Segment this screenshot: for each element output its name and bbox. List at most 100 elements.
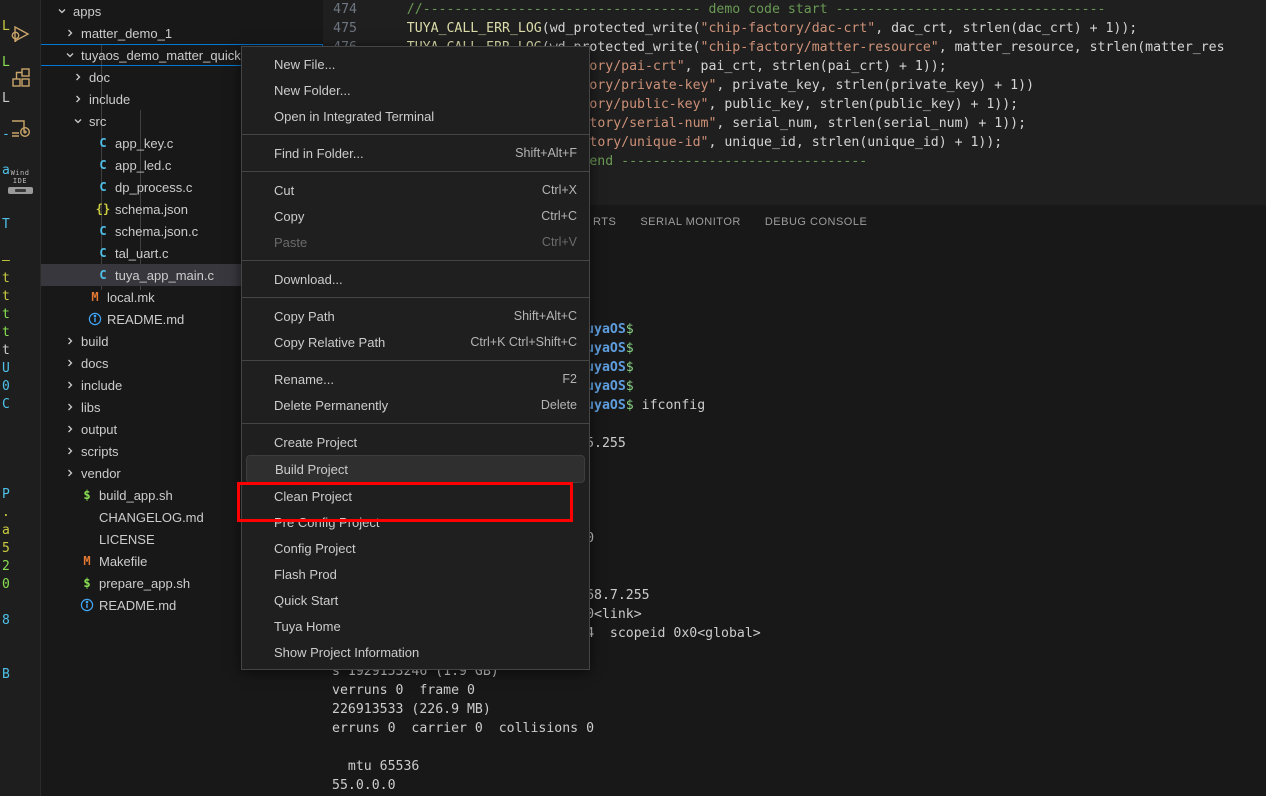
file-type-icon: C: [99, 158, 107, 172]
chevron-right-icon[interactable]: [62, 402, 78, 412]
chevron-right-icon[interactable]: [62, 468, 78, 478]
code-line-content: TUYA_CALL_ERR_LOG(wd_protected_write("ch…: [375, 19, 1266, 38]
menu-item-open-in-integrated-terminal[interactable]: Open in Integrated Terminal: [242, 103, 589, 129]
tree-folder-row[interactable]: apps: [40, 0, 323, 22]
chevron-right-icon[interactable]: [62, 380, 78, 390]
edge-fragment: [0, 144, 13, 162]
chevron-right-icon[interactable]: [70, 94, 86, 104]
menu-item-flash-prod[interactable]: Flash Prod: [242, 561, 589, 587]
menu-item-shortcut: Ctrl+K Ctrl+Shift+C: [470, 335, 577, 349]
menu-item-copy-path[interactable]: Copy Path Shift+Alt+C: [242, 303, 589, 329]
line-number: 475: [333, 21, 357, 36]
tree-item-label: build: [81, 333, 109, 349]
edge-fragment: t: [2, 271, 10, 286]
tree-item-label: scripts: [81, 443, 119, 459]
menu-item-shortcut: Shift+Alt+F: [515, 146, 577, 160]
tree-item-label: app_led.c: [115, 157, 172, 173]
chevron-right-icon[interactable]: [62, 336, 78, 346]
menu-item-show-project-information[interactable]: Show Project Information: [242, 639, 589, 665]
menu-item-label: Copy Relative Path: [274, 334, 386, 350]
tree-folder-row[interactable]: matter_demo_1: [40, 22, 323, 44]
menu-item-cut[interactable]: Cut Ctrl+X: [242, 177, 589, 203]
tree-item-label: libs: [81, 399, 101, 415]
edge-fragment: [0, 432, 13, 450]
code-token: TUYA_CALL_ERR_LOG: [406, 21, 542, 36]
wind-ide-line-2: IDE: [12, 177, 28, 185]
chevron-right-icon[interactable]: [62, 358, 78, 368]
tree-item-label: output: [81, 421, 118, 437]
menu-item-tuya-home[interactable]: Tuya Home: [242, 613, 589, 639]
code-line-content: //----------------------------------- de…: [375, 0, 1266, 19]
menu-item-label: Tuya Home: [274, 618, 341, 634]
edge-fragment: [0, 648, 13, 666]
tree-item-label: local.mk: [107, 289, 155, 305]
terminal-token: erruns 0 carrier 0 collisions 0: [332, 721, 595, 736]
terminal-line: verruns 0 frame 0: [332, 681, 1266, 700]
edge-fragment: B: [2, 667, 10, 682]
menu-item-download[interactable]: Download...: [242, 266, 589, 292]
menu-separator: [242, 423, 589, 424]
menu-separator: [242, 260, 589, 261]
menu-item-paste: Paste Ctrl+V: [242, 229, 589, 255]
chevron-right-icon[interactable]: [62, 424, 78, 434]
file-type-icon: M: [91, 290, 99, 304]
menu-item-shortcut: Ctrl+X: [541, 183, 577, 197]
code-token: , pai_crt, strlen(pai_crt) + 1));: [684, 59, 947, 74]
menu-item-shortcut: Shift+Alt+C: [513, 309, 577, 323]
menu-item-config-project[interactable]: Config Project: [242, 535, 589, 561]
edge-fragment: -: [2, 127, 10, 142]
chevron-down-icon[interactable]: [70, 116, 86, 126]
terminal-token: verruns 0 frame 0: [332, 683, 475, 698]
terminal-token: $: [625, 341, 634, 356]
menu-item-find-in-folder[interactable]: Find in Folder... Shift+Alt+F: [242, 140, 589, 166]
edge-fragment: L: [2, 91, 10, 106]
menu-item-pre-config-project[interactable]: Pre Config Project: [242, 509, 589, 535]
tree-item-label: LICENSE: [99, 531, 155, 547]
edge-fragment: [0, 36, 13, 54]
edge-fragment: .: [2, 505, 10, 520]
tree-item-label: app_key.c: [115, 135, 174, 151]
file-type-icon: C: [99, 246, 107, 260]
menu-item-clean-project[interactable]: Clean Project: [242, 483, 589, 509]
file-type-icon: C: [99, 136, 107, 150]
edge-fragment: [0, 414, 13, 432]
menu-item-delete-permanently[interactable]: Delete Permanently Delete: [242, 392, 589, 418]
chevron-right-icon[interactable]: [62, 446, 78, 456]
menu-separator: [242, 297, 589, 298]
menu-item-build-project[interactable]: Build Project: [246, 455, 585, 483]
panel-tab[interactable]: SERIAL MONITOR: [628, 205, 753, 240]
tree-item-label: apps: [73, 3, 102, 19]
file-type-icon: [86, 312, 104, 326]
menu-separator: [242, 134, 589, 135]
menu-item-shortcut: Ctrl+V: [541, 235, 577, 249]
menu-item-label: Copy: [274, 208, 305, 224]
menu-item-copy-relative-path[interactable]: Copy Relative Path Ctrl+K Ctrl+Shift+C: [242, 329, 589, 355]
menu-item-new-file[interactable]: New File...: [242, 51, 589, 77]
menu-item-label: Open in Integrated Terminal: [274, 108, 435, 124]
menu-item-quick-start[interactable]: Quick Start: [242, 587, 589, 613]
terminal-token: $: [625, 398, 634, 413]
menu-item-copy[interactable]: Copy Ctrl+C: [242, 203, 589, 229]
tree-item-label: Makefile: [99, 553, 148, 569]
tree-item-label: include: [89, 91, 131, 107]
tree-item-label: CHANGELOG.md: [99, 509, 204, 525]
menu-item-shortcut: Ctrl+C: [541, 209, 577, 223]
chevron-right-icon[interactable]: [62, 28, 78, 38]
code-token: , dac_crt, strlen(dac_crt) + 1));: [875, 21, 1138, 36]
tree-item-label: src: [89, 113, 107, 129]
terminal-token: 226913533 (226.9 MB): [332, 702, 491, 717]
wind-ide-line-1: Wind: [10, 169, 30, 177]
menu-item-new-folder[interactable]: New Folder...: [242, 77, 589, 103]
edge-fragment: L: [2, 55, 10, 70]
tree-item-label: tuya_app_main.c: [115, 267, 215, 283]
line-number: 474: [333, 2, 357, 17]
panel-tab[interactable]: DEBUG CONSOLE: [753, 205, 879, 240]
chevron-down-icon[interactable]: [54, 6, 70, 16]
menu-item-create-project[interactable]: Create Project: [242, 429, 589, 455]
chevron-down-icon[interactable]: [62, 50, 78, 60]
menu-item-rename[interactable]: Rename... F2: [242, 366, 589, 392]
file-context-menu[interactable]: New File... New Folder... Open in Integrat…: [241, 46, 590, 670]
chevron-right-icon[interactable]: [70, 72, 86, 82]
